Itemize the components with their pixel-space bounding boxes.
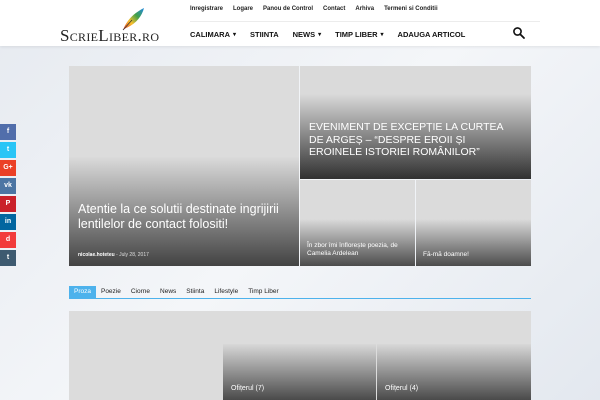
- vk-share-button[interactable]: vk: [0, 178, 16, 194]
- featured-article-main[interactable]: Atentie la ce solutii destinate ingrijir…: [69, 66, 299, 266]
- linkedin-icon: in: [4, 218, 12, 225]
- tab-proza[interactable]: Proza: [69, 286, 96, 298]
- top-link-archive[interactable]: Arhiva: [355, 6, 374, 18]
- category-tabs: Proza Poezie Ciorne News Stiinta Lifesty…: [69, 286, 531, 299]
- header-divider: [190, 21, 540, 22]
- article-card-title[interactable]: Ofițerul (7): [231, 385, 264, 392]
- vk-icon: vk: [4, 182, 12, 189]
- tumblr-share-button[interactable]: t: [0, 250, 16, 266]
- logo-text: ScrieLiber.ro: [60, 26, 160, 45]
- top-link-terms[interactable]: Termeni si Conditii: [384, 6, 438, 18]
- tumblr-icon: t: [6, 254, 10, 261]
- featured-grid: Atentie la ce solutii destinate ingrijir…: [69, 66, 531, 266]
- article-card[interactable]: Ofițerul (7): [223, 344, 376, 400]
- featured-article-title[interactable]: EVENIMENT DE EXCEPȚIE LA CURTEA DE ARGEȘ…: [309, 121, 519, 159]
- nav-item-calimara[interactable]: CALIMARA ▾: [190, 30, 236, 39]
- pinterest-share-button[interactable]: P: [0, 196, 16, 212]
- featured-article-small[interactable]: În zbor îmi înflorește poezia, de Cameli…: [300, 180, 415, 266]
- google-plus-share-button[interactable]: G+: [0, 160, 16, 176]
- article-card-title[interactable]: Ofițerul (4): [385, 385, 418, 392]
- nav-item-news[interactable]: NEWS ▾: [293, 30, 322, 39]
- chevron-down-icon: ▾: [318, 31, 322, 38]
- featured-article-title[interactable]: Atentie la ce solutii destinate ingrijir…: [78, 202, 293, 232]
- tab-timp-liber[interactable]: Timp Liber: [243, 286, 283, 298]
- top-link-dashboard[interactable]: Panou de Control: [263, 6, 313, 18]
- chevron-down-icon: ▾: [380, 31, 384, 38]
- linkedin-share-button[interactable]: in: [0, 214, 16, 230]
- top-link-contact[interactable]: Contact: [323, 6, 345, 18]
- chevron-down-icon: ▾: [233, 31, 237, 38]
- featured-article-small[interactable]: Fă-mă doamne!: [416, 180, 531, 266]
- article-card[interactable]: Ofițerul (4): [377, 344, 531, 400]
- tab-lifestyle[interactable]: Lifestyle: [209, 286, 243, 298]
- facebook-icon: f: [6, 128, 10, 135]
- nav-item-adauga-articol[interactable]: ADAUGA ARTICOL: [398, 30, 466, 39]
- site-logo[interactable]: ScrieLiber.ro: [60, 6, 186, 45]
- tab-content-area: Ofițerul (7) Ofițerul (4): [69, 311, 531, 400]
- search-icon[interactable]: [512, 26, 526, 40]
- featured-article-secondary[interactable]: EVENIMENT DE EXCEPȚIE LA CURTEA DE ARGEȘ…: [300, 66, 531, 179]
- tab-stiinta[interactable]: Stiinta: [181, 286, 209, 298]
- nav-label: NEWS: [292, 29, 316, 39]
- article-card[interactable]: [69, 311, 222, 400]
- tab-cioarne[interactable]: Ciorne: [126, 286, 155, 298]
- nav-item-stiinta[interactable]: STIINTA: [250, 30, 279, 39]
- top-link-login[interactable]: Logare: [233, 6, 253, 18]
- tab-poezie[interactable]: Poezie: [96, 286, 126, 298]
- article-author[interactable]: nicolae.hoteteu: [78, 252, 115, 258]
- nav-label: CALIMARA: [190, 29, 230, 39]
- tab-news[interactable]: News: [155, 286, 181, 298]
- nav-label: TIMP LIBER: [335, 29, 378, 39]
- top-link-register[interactable]: Inregistrare: [190, 6, 223, 18]
- delicious-icon: d: [5, 236, 11, 243]
- pinterest-icon: P: [5, 200, 11, 207]
- twitter-icon: t: [6, 146, 10, 153]
- featured-article-title[interactable]: În zbor îmi înflorește poezia, de Cameli…: [307, 242, 411, 258]
- social-share-bar: f t G+ vk P in d t: [0, 124, 16, 268]
- delicious-share-button[interactable]: d: [0, 232, 16, 248]
- top-links: Inregistrare Logare Panou de Control Con…: [190, 6, 448, 18]
- twitter-share-button[interactable]: t: [0, 142, 16, 158]
- nav-label: STIINTA: [250, 29, 279, 39]
- nav-item-timp-liber[interactable]: TIMP LIBER ▾: [335, 30, 383, 39]
- site-header: ScrieLiber.ro Inregistrare Logare Panou …: [0, 0, 600, 46]
- main-nav: CALIMARA ▾ STIINTA NEWS ▾ TIMP LIBER ▾ A…: [190, 25, 479, 43]
- article-date: July 28, 2017: [119, 252, 149, 258]
- featured-article-title[interactable]: Fă-mă doamne!: [423, 251, 527, 259]
- nav-label: ADAUGA ARTICOL: [397, 29, 466, 39]
- article-meta: nicolae.hoteteu - July 28, 2017: [78, 252, 149, 258]
- google-plus-icon: G+: [3, 164, 13, 171]
- facebook-share-button[interactable]: f: [0, 124, 16, 140]
